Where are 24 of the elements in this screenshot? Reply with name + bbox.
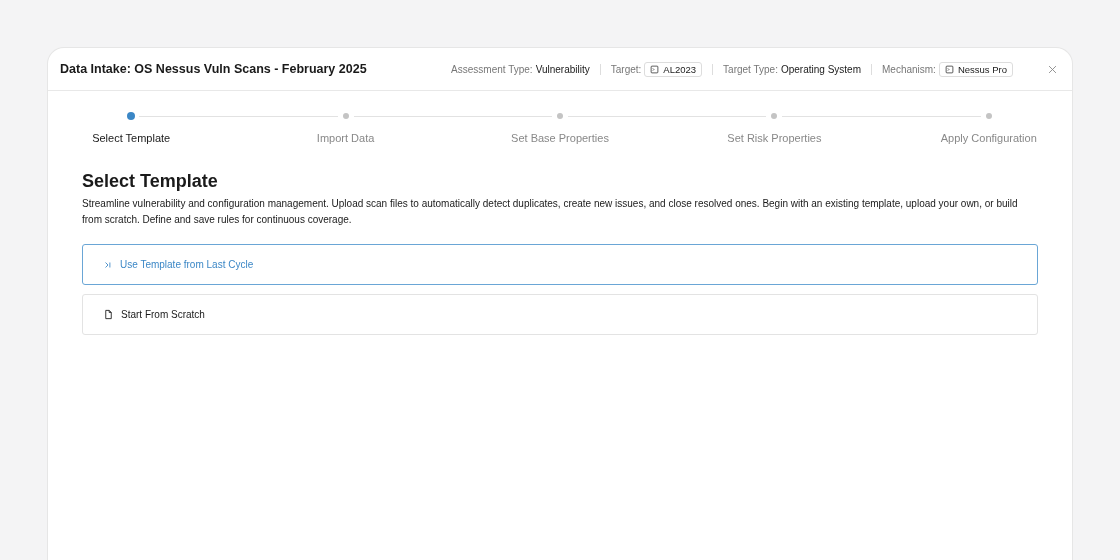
- meta-chip: Nessus Pro: [938, 61, 1013, 77]
- meta-label: Target Type:: [723, 63, 778, 75]
- step-tab[interactable]: Select Template: [92, 132, 171, 144]
- close-icon: [1047, 63, 1058, 75]
- step-tab[interactable]: Apply Configuration: [940, 132, 1037, 144]
- meta-value: Vulnerability: [535, 63, 590, 75]
- section-description: Streamline vulnerability and configuration management. Upload scan files to automatically detect duplicates, create new issues, and close resolved ones. Begin with an existing template, upload your own, or build from scratch. Define and save rules for continuous coverage.: [82, 197, 1019, 227]
- template-option[interactable]: Use Template from Last Cycle: [82, 244, 1038, 285]
- meta-label: Assessment Type:: [451, 63, 533, 75]
- template-option[interactable]: Start From Scratch: [82, 294, 1038, 335]
- meta-chip: AL2023: [644, 61, 703, 77]
- document-icon: [103, 309, 114, 320]
- meta-value: Operating System: [780, 63, 861, 75]
- step-tab[interactable]: Set Risk Properties: [727, 132, 822, 144]
- step-tab[interactable]: Import Data: [316, 132, 375, 144]
- skip-icon: [103, 259, 113, 270]
- terminal-icon: [650, 64, 660, 74]
- dialog-title: Data Intake: OS Nessus Vuln Scans - February 2025: [60, 62, 368, 76]
- meta-label: Mechanism:: [882, 63, 936, 75]
- close-button[interactable]: [1047, 63, 1058, 75]
- terminal-icon: [944, 64, 954, 74]
- meta-label: Target:: [610, 63, 642, 75]
- section-heading: Select Template: [82, 171, 219, 192]
- step-tab[interactable]: Set Base Properties: [511, 132, 609, 144]
